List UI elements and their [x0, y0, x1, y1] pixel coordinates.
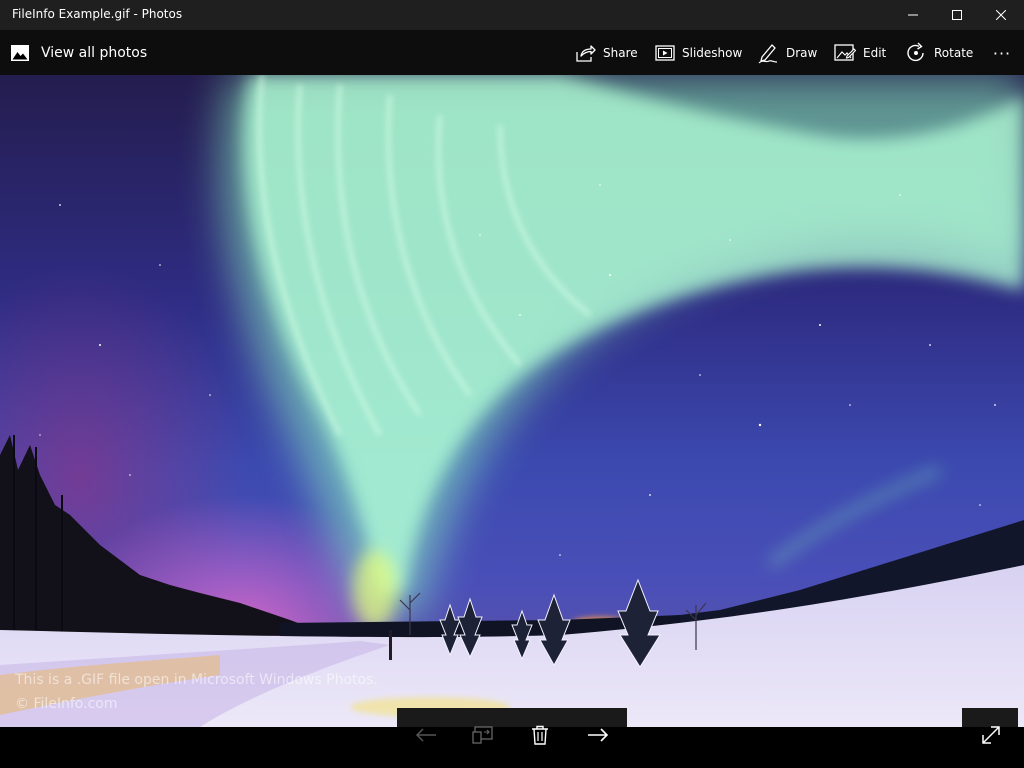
cast-button[interactable]	[470, 722, 496, 748]
draw-button[interactable]: Draw	[757, 40, 817, 66]
title-bar: FileInfo Example.gif - Photos	[0, 0, 1024, 30]
view-all-photos-button[interactable]: View all photos	[10, 40, 147, 66]
photo-view: This is a .GIF file open in Microsoft Wi…	[0, 75, 1024, 727]
slideshow-icon	[655, 45, 675, 61]
maximize-button[interactable]	[934, 0, 980, 30]
window-title: FileInfo Example.gif - Photos	[12, 7, 183, 21]
next-photo-button[interactable]	[585, 722, 611, 748]
share-icon	[576, 45, 596, 62]
cast-icon	[472, 726, 493, 744]
share-button[interactable]: Share	[576, 40, 638, 66]
minimize-button[interactable]	[890, 0, 936, 30]
slideshow-button[interactable]: Slideshow	[655, 40, 742, 66]
view-all-photos-label: View all photos	[41, 45, 148, 61]
edit-button[interactable]: Edit	[834, 40, 886, 66]
minimize-icon	[908, 14, 918, 16]
share-label: Share	[603, 46, 638, 60]
bottom-bar	[0, 727, 1024, 768]
rotate-icon	[907, 42, 924, 62]
close-icon	[996, 10, 1006, 20]
edit-icon	[834, 44, 856, 61]
rotate-button[interactable]: Rotate	[905, 40, 973, 66]
close-button[interactable]	[978, 0, 1024, 30]
copyright-text: © FileInfo.com	[15, 696, 118, 712]
draw-label: Draw	[786, 46, 818, 60]
edit-label: Edit	[863, 46, 887, 60]
arrow-right-icon	[588, 728, 609, 742]
slideshow-label: Slideshow	[682, 46, 743, 60]
fullscreen-icon	[982, 726, 1000, 744]
caption-text: This is a .GIF file open in Microsoft Wi…	[15, 672, 378, 688]
rotate-label: Rotate	[934, 46, 974, 60]
delete-button[interactable]	[527, 722, 553, 748]
trash-icon	[532, 725, 548, 745]
fullscreen-button[interactable]	[978, 722, 1004, 748]
aurora-photo	[0, 75, 1024, 727]
more-options-button[interactable]: ···	[990, 40, 1014, 66]
photo-icon	[11, 45, 29, 61]
command-bar: View all photos Share Slideshow Draw Edi…	[0, 30, 1024, 75]
draw-icon	[758, 44, 778, 64]
previous-photo-button[interactable]	[413, 722, 439, 748]
maximize-icon	[952, 10, 962, 20]
arrow-left-icon	[415, 728, 436, 742]
